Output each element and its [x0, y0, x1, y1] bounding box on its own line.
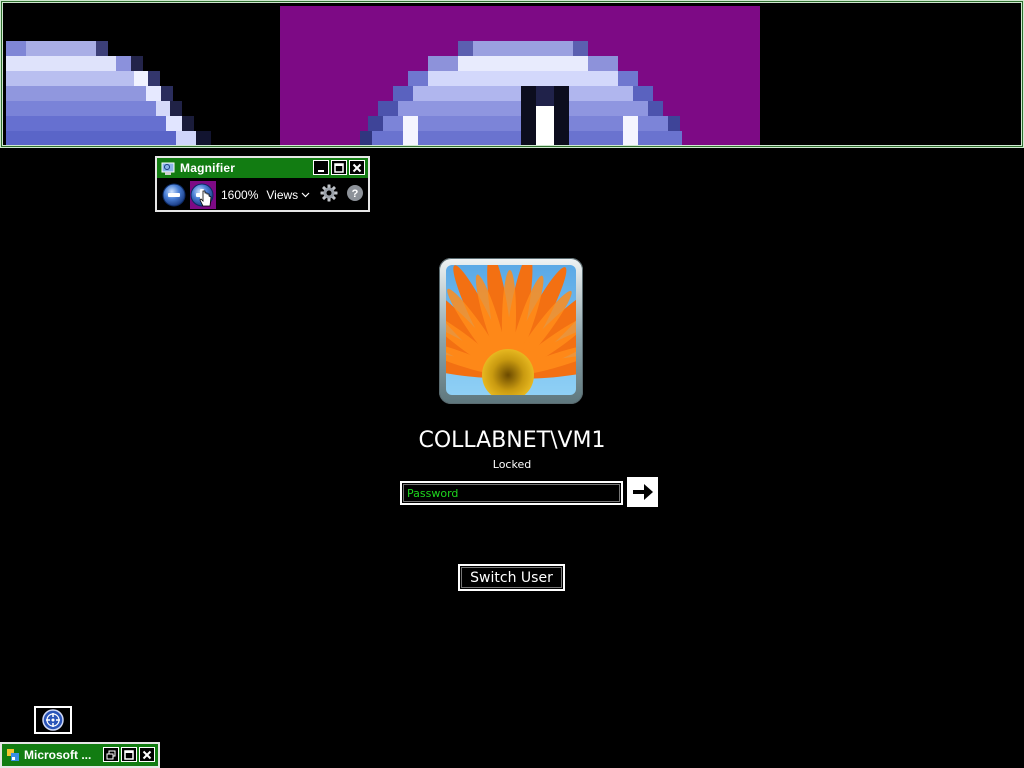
maximize-icon [124, 749, 134, 760]
magnifier-window[interactable]: Magnifier 1600% Views ? [155, 156, 370, 212]
views-menu[interactable]: Views [266, 188, 310, 202]
username: COLLABNET\VM1 [418, 428, 606, 453]
help-button[interactable]: ? [346, 184, 364, 206]
magnifier-app-icon [161, 161, 175, 175]
minimized-window-controls [103, 747, 155, 762]
close-icon [142, 750, 152, 759]
magnifier-window-controls [313, 160, 365, 175]
restore-button[interactable] [103, 747, 119, 762]
options-button[interactable] [320, 184, 338, 206]
svg-text:?: ? [352, 188, 359, 200]
magnified-pixels [6, 41, 682, 145]
user-tile [439, 258, 583, 404]
zoom-in-button[interactable] [190, 181, 216, 209]
minimize-button[interactable] [313, 160, 329, 175]
ease-of-access-button[interactable] [34, 706, 72, 734]
magnifier-toolbar: 1600% Views ? [157, 180, 368, 210]
help-icon: ? [347, 185, 364, 201]
close-button[interactable] [349, 160, 365, 175]
ease-of-access-icon [42, 709, 64, 731]
logon-screen: Magnifier 1600% Views ? COLLABNET\VM1 Lo… [0, 0, 1024, 768]
zoom-in-icon [190, 183, 214, 207]
submit-button[interactable] [627, 477, 658, 507]
maximize-icon [334, 162, 344, 173]
arrow-right-icon [632, 484, 653, 500]
restore-icon [106, 750, 116, 759]
maximize-button[interactable] [331, 160, 347, 175]
gear-icon [320, 184, 338, 202]
magnified-arc-left [6, 41, 211, 145]
close-icon [352, 163, 362, 172]
views-label: Views [266, 188, 299, 202]
password-field[interactable] [400, 481, 623, 505]
zoom-out-icon [162, 183, 186, 207]
zoom-level: 1600% [221, 188, 259, 202]
close-button[interactable] [139, 747, 155, 762]
user-picture [446, 265, 576, 395]
zoom-out-button[interactable] [162, 183, 186, 207]
chevron-down-icon [301, 192, 310, 198]
magnified-arc-center [360, 41, 682, 145]
minimized-window[interactable]: Microsoft ... [0, 742, 160, 768]
magnifier-title: Magnifier [180, 161, 236, 175]
minimize-icon [318, 169, 324, 172]
application-icon [7, 749, 19, 761]
magnifier-titlebar[interactable]: Magnifier [157, 158, 368, 178]
switch-user-button[interactable]: Switch User [458, 564, 565, 591]
magnifier-view [0, 0, 1024, 148]
lock-status: Locked [492, 458, 532, 471]
minimized-window-title: Microsoft ... [24, 748, 92, 762]
maximize-button[interactable] [121, 747, 137, 762]
